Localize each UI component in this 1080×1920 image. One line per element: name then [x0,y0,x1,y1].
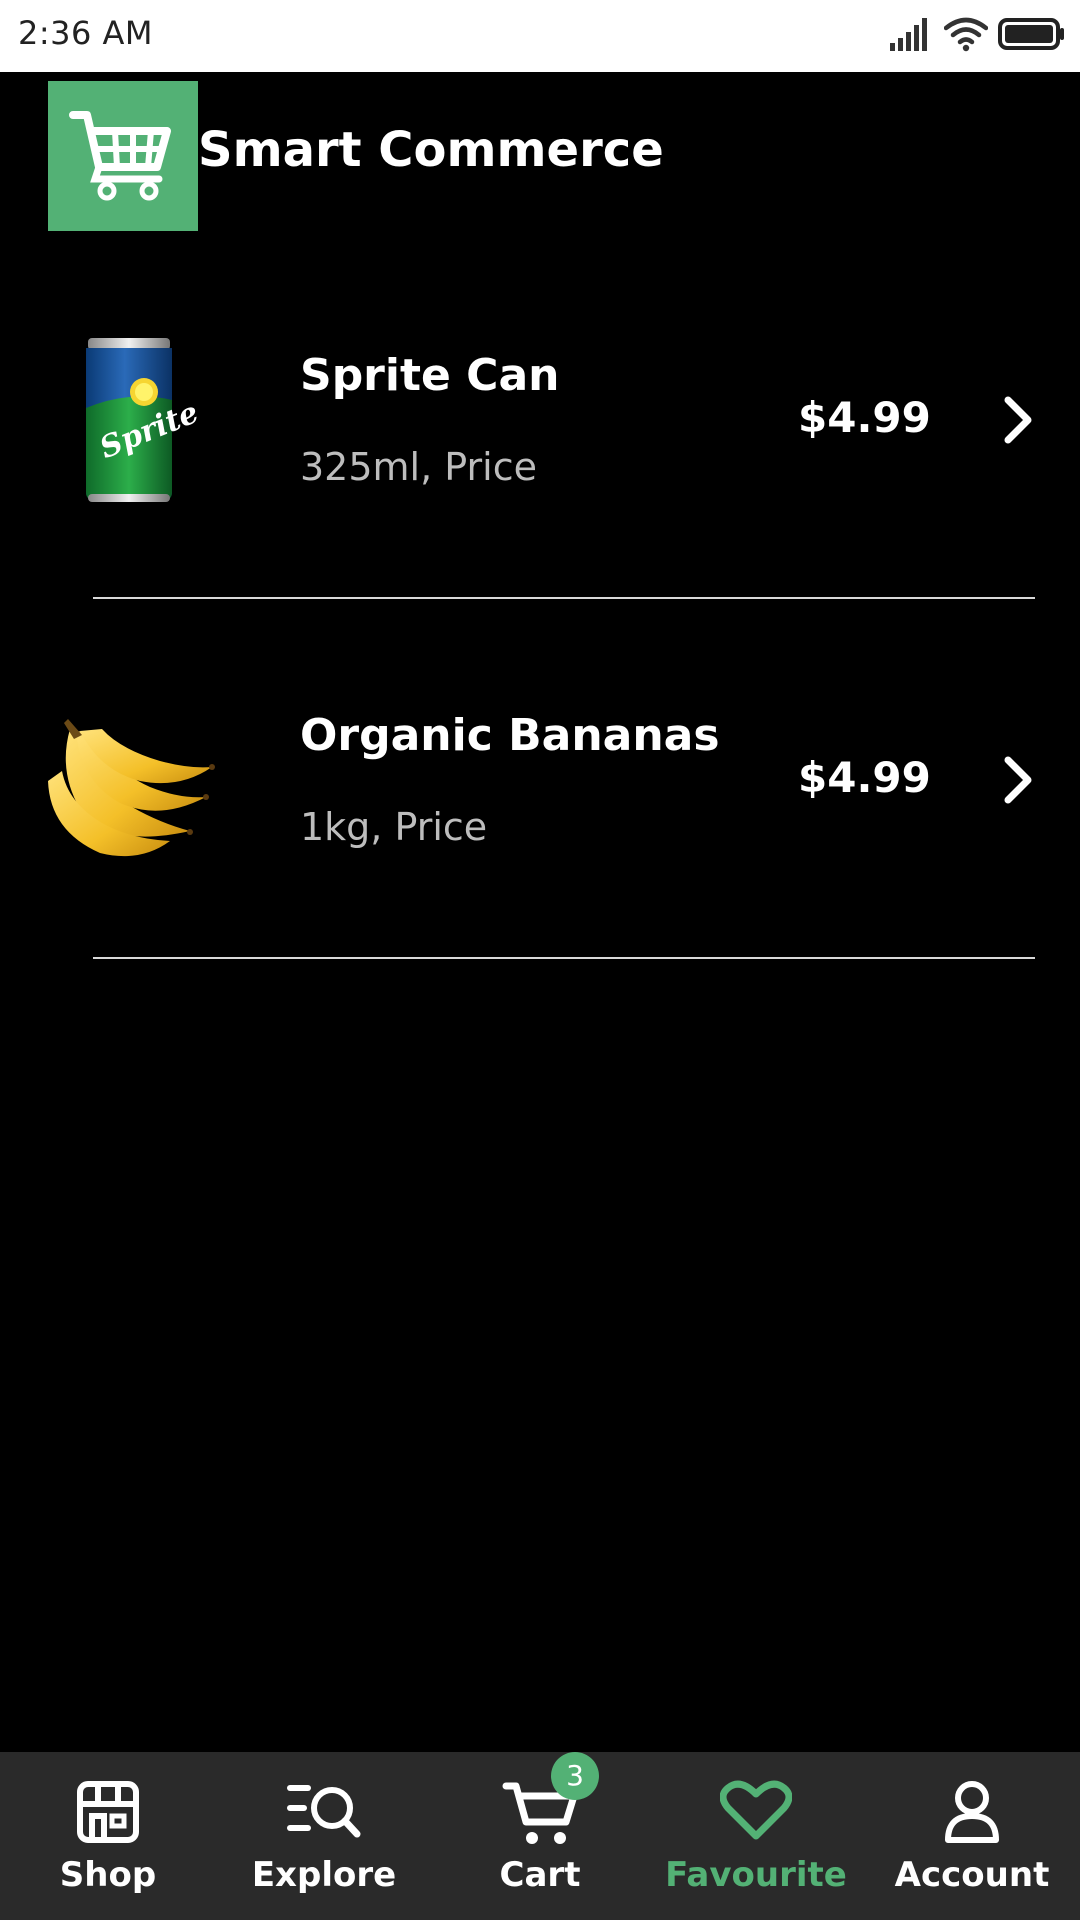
nav-item-explore[interactable]: Explore [216,1752,432,1920]
product-row-organic-bananas[interactable]: Organic Bananas 1kg, Price $4.99 [0,660,1080,900]
sprite-can-image: Sprite [86,338,203,502]
explore-icon [287,1785,361,1838]
user-icon [945,1781,999,1843]
product-row-sprite-can[interactable]: Sprite Sprite Can 325ml, Price $4.99 [0,300,1080,540]
divider [93,957,1035,959]
app-title: Smart Commerce [198,122,664,178]
product-name: Organic Bananas [300,710,720,761]
chevron-right-icon[interactable] [1000,396,1036,444]
app-header: Smart Commerce [0,72,1080,242]
organic-bananas-image [48,719,215,857]
app-logo [48,81,198,231]
nav-item-favourite[interactable]: Favourite [648,1752,864,1920]
product-detail: 325ml, Price [300,445,537,489]
cart-icon [69,111,171,201]
store-icon [77,1781,139,1843]
nav-label: Account [894,1855,1050,1895]
heart-icon [720,1780,792,1840]
divider [93,597,1035,599]
nav-item-cart[interactable]: 3 Cart [432,1752,648,1920]
product-detail: 1kg, Price [300,805,488,849]
status-bar: 2:36 AM [0,0,1080,72]
cart-badge: 3 [551,1752,599,1800]
product-price: $4.99 [798,753,931,802]
product-price: $4.99 [798,393,931,442]
product-name: Sprite Can [300,350,560,401]
nav-label: Favourite [665,1855,847,1895]
bottom-nav: Shop Explore 3 Cart Favourite Account [0,1752,1080,1920]
nav-label: Cart [499,1855,581,1895]
status-time: 2:36 AM [18,14,154,52]
nav-item-account[interactable]: Account [864,1752,1080,1920]
battery-icon [998,18,1064,50]
signal-icon [890,18,927,51]
nav-item-shop[interactable]: Shop [0,1752,216,1920]
wifi-icon [944,17,988,52]
nav-label: Explore [251,1855,397,1895]
chevron-right-icon[interactable] [1000,756,1036,804]
nav-label: Shop [59,1855,157,1895]
